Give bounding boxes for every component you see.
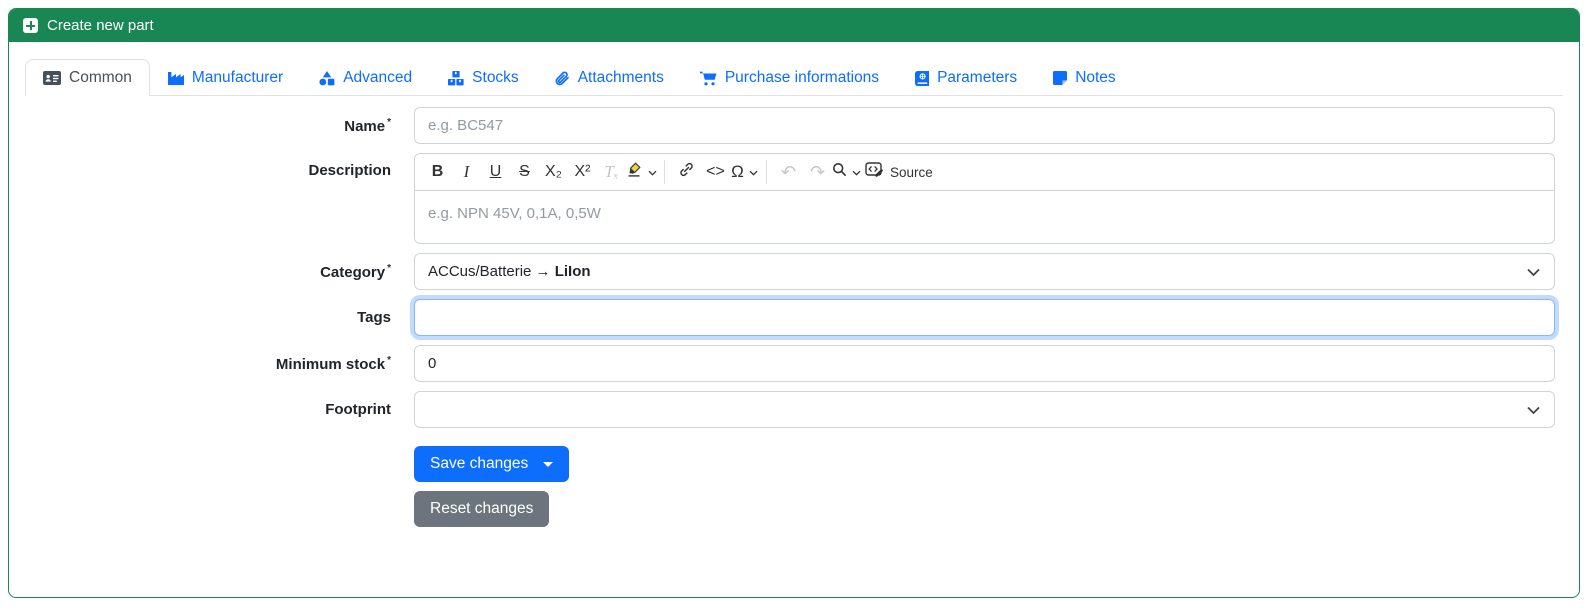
chevron-down-icon — [1527, 263, 1540, 280]
actions-row: Save changes Reset changes — [25, 446, 1563, 527]
description-editor[interactable]: e.g. NPN 45V, 0,1A, 0,5W — [414, 191, 1555, 244]
tab-advanced-label: Advanced — [343, 69, 413, 86]
superscript-button[interactable]: X² — [568, 158, 597, 186]
id-card-icon — [43, 71, 61, 85]
category-value-bold: LiIon — [554, 263, 591, 280]
remove-format-button[interactable]: Tₓ — [597, 158, 626, 186]
chevron-down-icon — [749, 163, 758, 181]
required-mark: * — [387, 262, 391, 274]
italic-button[interactable]: I — [452, 158, 481, 186]
source-label: Source — [890, 164, 933, 180]
minimum-stock-input[interactable] — [414, 345, 1555, 382]
book-icon — [915, 70, 930, 86]
highlight-button[interactable] — [626, 158, 657, 186]
name-row: Name * — [25, 107, 1563, 144]
reset-changes-button[interactable]: Reset changes — [414, 491, 550, 527]
category-row: Category * ACCus/Batterie → LiIon — [25, 253, 1563, 290]
magnifier-icon — [832, 162, 847, 182]
tab-common[interactable]: Common — [25, 59, 150, 96]
special-characters-button[interactable]: Ω — [730, 158, 759, 186]
card-body: Common Manufacturer Advanced Stocks Atta… — [9, 42, 1579, 589]
toolbar-separator — [664, 160, 665, 184]
tab-common-label: Common — [69, 69, 132, 86]
source-icon — [865, 162, 883, 182]
highlighter-icon — [626, 161, 643, 183]
required-mark: * — [387, 116, 391, 128]
subscript-button[interactable]: X₂ — [539, 158, 568, 186]
name-label: Name * — [344, 116, 391, 135]
shapes-icon — [319, 70, 335, 86]
tab-notes[interactable]: Notes — [1035, 59, 1134, 96]
chevron-down-icon — [852, 163, 861, 181]
link-button[interactable] — [672, 158, 701, 186]
strikethrough-button[interactable]: S — [510, 158, 539, 186]
tab-attachments[interactable]: Attachments — [537, 59, 682, 96]
description-label: Description — [308, 162, 391, 179]
tab-attachments-label: Attachments — [577, 69, 664, 86]
chevron-down-icon — [1527, 401, 1540, 418]
reset-changes-label: Reset changes — [430, 500, 534, 517]
sticky-note-icon — [1053, 71, 1068, 85]
minimum-stock-label: Minimum stock * — [275, 354, 391, 373]
source-button[interactable]: Source — [861, 158, 937, 186]
tab-stocks[interactable]: Stocks — [430, 59, 537, 96]
tab-manufacturer-label: Manufacturer — [191, 69, 284, 86]
tab-purchase-informations-label: Purchase informations — [724, 69, 880, 86]
square-plus-icon — [23, 18, 38, 33]
description-placeholder: e.g. NPN 45V, 0,1A, 0,5W — [428, 205, 601, 222]
toolbar-separator — [766, 160, 767, 184]
omega-icon: Ω — [731, 162, 744, 181]
tab-purchase-informations[interactable]: Purchase informations — [682, 59, 897, 96]
link-icon — [679, 162, 694, 182]
cart-icon — [699, 71, 717, 86]
tab-advanced[interactable]: Advanced — [301, 59, 430, 96]
footprint-row: Footprint — [25, 391, 1563, 428]
category-value: ACCus/Batterie → — [428, 263, 555, 280]
footprint-label: Footprint — [325, 401, 391, 418]
code-button[interactable]: <> — [701, 158, 730, 186]
richtext-toolbar: B I U S X₂ X² Tₓ <> Ω ↶ ↷ Source — [414, 153, 1555, 191]
card-header: Create new part — [9, 9, 1579, 42]
save-changes-button[interactable]: Save changes — [414, 446, 570, 482]
category-label: Category * — [320, 262, 391, 281]
bold-button[interactable]: B — [423, 158, 452, 186]
minimum-stock-row: Minimum stock * — [25, 345, 1563, 382]
create-part-card: Create new part Common Manufacturer Adva… — [8, 8, 1580, 598]
category-select[interactable]: ACCus/Batterie → LiIon — [414, 253, 1555, 290]
tab-notes-label: Notes — [1075, 69, 1116, 86]
tab-parameters[interactable]: Parameters — [897, 59, 1035, 96]
underline-button[interactable]: U — [481, 158, 510, 186]
tags-input[interactable] — [414, 299, 1555, 336]
page-title: Create new part — [47, 17, 154, 34]
name-input[interactable] — [414, 107, 1555, 144]
footprint-select[interactable] — [414, 391, 1555, 428]
tab-stocks-label: Stocks — [472, 69, 519, 86]
chevron-down-icon — [648, 163, 657, 181]
paperclip-icon — [555, 71, 570, 86]
tags-row: Tags — [25, 299, 1563, 336]
find-replace-button[interactable] — [832, 158, 861, 186]
required-mark: * — [387, 354, 391, 366]
tab-manufacturer[interactable]: Manufacturer — [150, 59, 301, 96]
boxes-icon — [448, 70, 464, 86]
tab-parameters-label: Parameters — [937, 69, 1018, 86]
undo-button[interactable]: ↶ — [774, 158, 803, 186]
factory-icon — [167, 71, 184, 85]
tags-label: Tags — [357, 309, 391, 326]
tab-bar: Common Manufacturer Advanced Stocks Atta… — [25, 58, 1563, 96]
dropdown-caret-icon — [543, 461, 554, 467]
save-changes-label: Save changes — [430, 455, 529, 472]
redo-button[interactable]: ↷ — [803, 158, 832, 186]
description-row: Description B I U S X₂ X² Tₓ <> Ω ↶ ↷ So… — [25, 153, 1563, 244]
